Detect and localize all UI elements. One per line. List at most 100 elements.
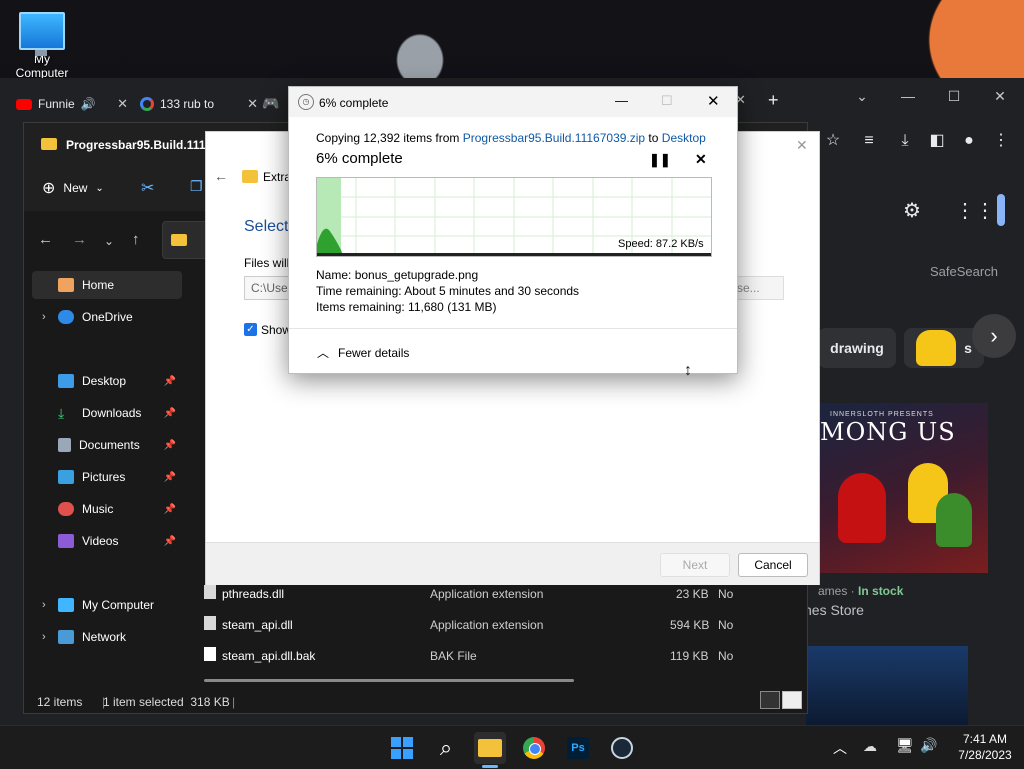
pin-icon[interactable]: 📌 [164, 376, 176, 387]
chevron-right-icon[interactable]: › [42, 631, 46, 643]
close-icon[interactable]: ✕ [796, 137, 808, 154]
fewer-details-button[interactable]: ︿ Fewer details [317, 344, 409, 361]
tiles-view-icon[interactable] [782, 691, 802, 709]
back-icon[interactable]: ← [38, 231, 53, 248]
minimize-icon[interactable]: — [896, 84, 920, 108]
file-compressed: No [718, 587, 734, 601]
tab-search-icon[interactable]: ⌄ [850, 84, 874, 108]
cut-icon[interactable]: ✂ [141, 178, 154, 198]
close-tab-icon[interactable]: ✕ [117, 96, 128, 112]
safesearch-label[interactable]: SafeSearch [930, 264, 998, 279]
close-tab-icon[interactable]: ✕ [247, 96, 258, 112]
browser-toolbar: ☆ ≡ ⤓ ◧ ● ⋮ [820, 128, 1024, 158]
pause-icon[interactable]: ❚❚ [649, 152, 671, 168]
taskbar-chrome[interactable] [518, 732, 550, 764]
sidebar-item-music[interactable]: Music 📌 [32, 495, 182, 523]
name-label: Name: [316, 268, 352, 282]
chevron-right-icon[interactable]: › [42, 599, 46, 611]
close-icon[interactable]: ✕ [707, 92, 720, 110]
chevron-right-icon[interactable]: › [972, 314, 1016, 358]
pin-icon[interactable]: 📌 [164, 504, 176, 515]
apps-icon[interactable]: ⋮⋮ [955, 198, 995, 223]
tab-google[interactable]: 133 rub to ✕ [132, 90, 266, 118]
taskbar-photoshop[interactable]: Ps [562, 732, 594, 764]
chip-label: s [964, 340, 972, 356]
maximize-icon[interactable]: ☐ [661, 93, 673, 109]
taskbar-explorer[interactable] [474, 732, 506, 764]
cloud-offline-icon[interactable]: ☁ [863, 738, 877, 755]
volume-icon[interactable]: 🔊 [920, 737, 937, 754]
recent-chevron-icon[interactable]: ⌄ [104, 234, 114, 248]
chrome-icon [523, 737, 545, 759]
gamepad-icon[interactable]: 🎮 [262, 95, 279, 112]
source-link[interactable]: Progressbar95.Build.11167039.zip [463, 131, 645, 145]
speaker-icon[interactable]: 🔊 [81, 97, 96, 111]
sidepanel-icon[interactable]: ◧ [924, 128, 950, 154]
chip-drawing[interactable]: drawing [818, 328, 896, 368]
download-icon[interactable]: ⤓ [892, 128, 918, 154]
explorer-title: Progressbar95.Build.11167 [66, 138, 219, 152]
items-value: 11,680 (131 MB) [408, 300, 497, 314]
store-name[interactable]: nes Store [804, 602, 864, 618]
tab-youtube[interactable]: Funnie 🔊 ✕ [8, 90, 136, 118]
horizontal-scrollbar[interactable] [204, 679, 574, 682]
back-icon[interactable]: ← [214, 168, 228, 184]
media-icon[interactable]: ≡ [856, 128, 882, 154]
browse-button[interactable]: se... [730, 276, 784, 300]
signin-button[interactable] [997, 194, 1005, 226]
taskbar-steam[interactable] [606, 732, 638, 764]
minimize-icon[interactable]: — [615, 93, 628, 108]
pin-icon[interactable]: 📌 [164, 536, 176, 547]
crewmate-green-icon [936, 493, 972, 547]
pin-icon[interactable]: 📌 [164, 472, 176, 483]
copy-icon[interactable]: ❐ [190, 178, 203, 195]
forward-icon[interactable]: → [72, 231, 87, 248]
copy-progress-dialog: ◷ 6% complete — ☐ ✕ Copying 12,392 items… [288, 86, 738, 374]
close-icon[interactable]: ✕ [988, 84, 1012, 108]
sidebar-item-desktop[interactable]: Desktop 📌 [32, 367, 182, 395]
chevron-right-icon[interactable]: › [42, 311, 46, 323]
sidebar-item-downloads[interactable]: ⤓ Downloads 📌 [32, 399, 182, 427]
game-image-2[interactable] [806, 646, 968, 726]
sidebar-item-documents[interactable]: Documents 📌 [32, 431, 182, 459]
sidebar-item-home[interactable]: Home [32, 271, 182, 299]
destination-link[interactable]: Desktop [662, 131, 706, 145]
gear-icon[interactable]: ⚙ [903, 198, 921, 223]
chevron-up-icon[interactable]: ︿ [833, 738, 847, 758]
sidebar-item-pictures[interactable]: Pictures 📌 [32, 463, 182, 491]
new-tab-button[interactable]: + [768, 90, 779, 111]
sidebar-item-videos[interactable]: Videos 📌 [32, 527, 182, 555]
cancel-button[interactable]: Cancel [738, 553, 808, 577]
details-view-icon[interactable] [760, 691, 780, 709]
chevron-down-icon: ⌄ [95, 182, 104, 194]
start-button[interactable] [386, 732, 418, 764]
file-type: Application extension [430, 587, 544, 601]
up-icon[interactable]: ↑ [132, 231, 140, 248]
checkbox-checked-icon[interactable]: ✓ [244, 323, 257, 336]
search-icon[interactable]: ⌕ [430, 732, 462, 764]
selection-info: 1 item selected 318 KB [103, 695, 230, 709]
new-button[interactable]: ⊕ New ⌄ [42, 178, 104, 198]
desktop-icon-my-computer[interactable]: My Computer [6, 8, 78, 80]
file-row[interactable]: steam_api.dll Application extension 594 … [204, 610, 804, 640]
clock[interactable]: 7:41 AM 7/28/2023 [950, 731, 1020, 763]
crewmate-red-icon [838, 473, 886, 543]
folder-icon [478, 739, 502, 757]
profile-icon[interactable]: ● [956, 128, 982, 154]
star-icon[interactable]: ☆ [820, 128, 846, 154]
file-row[interactable]: steam_api.dll.bak BAK File 119 KB No [204, 641, 804, 671]
copying-line: Copying 12,392 items from Progressbar95.… [316, 131, 706, 145]
pin-icon[interactable]: 📌 [164, 440, 176, 451]
pin-icon[interactable]: 📌 [164, 408, 176, 419]
show-files-label: Show [261, 323, 292, 337]
next-button[interactable]: Next [660, 553, 730, 577]
network-icon[interactable]: 🖥 [896, 737, 914, 754]
cancel-icon[interactable]: ✕ [695, 151, 707, 168]
file-type: Application extension [430, 618, 544, 632]
sidebar-item-label: Downloads [82, 406, 142, 420]
maximize-icon[interactable]: ☐ [942, 84, 966, 108]
menu-icon[interactable]: ⋮ [988, 128, 1014, 154]
sidebar-item-my-computer[interactable]: › My Computer [32, 591, 182, 619]
sidebar-item-network[interactable]: › Network [32, 623, 182, 651]
sidebar-item-onedrive[interactable]: › OneDrive [32, 303, 182, 331]
